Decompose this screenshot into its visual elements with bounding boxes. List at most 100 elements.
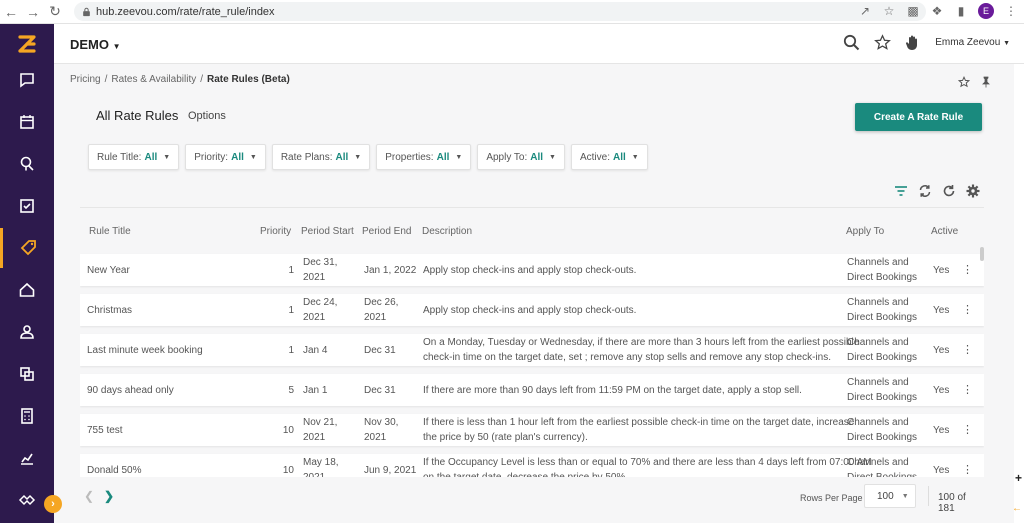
sidebar-item[interactable] bbox=[0, 228, 54, 268]
profile-avatar[interactable]: E bbox=[978, 3, 994, 19]
sidebar-item[interactable] bbox=[0, 396, 54, 436]
cell-description: If there is less than 1 hour left from t… bbox=[423, 415, 854, 445]
cell-active: Yes bbox=[933, 385, 950, 396]
filter-dropdown[interactable]: Rate Plans: All ▼ bbox=[271, 144, 371, 170]
bookmark-star-icon[interactable]: ☆ bbox=[882, 4, 896, 18]
pagination: ❮ ❯ Rows Per Page 100 ▼ 100 of 181 bbox=[80, 483, 984, 514]
zeevou-logo[interactable] bbox=[17, 34, 37, 54]
next-page-icon[interactable]: ❯ bbox=[104, 489, 114, 503]
previous-page-icon[interactable]: ❮ bbox=[84, 489, 94, 503]
collapse-arrow-icon[interactable]: ← bbox=[1012, 503, 1022, 514]
column-header[interactable]: Period End bbox=[362, 226, 411, 237]
table-scrollbar[interactable] bbox=[980, 247, 984, 261]
side-panel-edge bbox=[1014, 64, 1024, 523]
page-range: 100 of 181 bbox=[938, 492, 966, 514]
filter-lines-icon[interactable] bbox=[894, 185, 908, 197]
row-menu-icon[interactable]: ⋮ bbox=[962, 303, 973, 316]
breadcrumb-item[interactable]: Rates & Availability bbox=[111, 74, 196, 85]
reload-icon[interactable]: ↻ bbox=[44, 1, 66, 23]
cell-end: Dec 31 bbox=[364, 343, 396, 358]
column-header[interactable]: Apply To bbox=[846, 226, 884, 237]
table-row[interactable]: 90 days ahead only 5 Jan 1 Dec 31 If there a… bbox=[80, 374, 984, 406]
pin-icon[interactable] bbox=[980, 76, 992, 88]
cell-line: May 18, bbox=[303, 457, 339, 468]
column-header[interactable]: Description bbox=[422, 226, 472, 237]
cell-active: Yes bbox=[933, 265, 950, 276]
cell-line: Apply stop check-ins and apply stop chec… bbox=[423, 305, 637, 316]
column-header[interactable]: Priority bbox=[260, 226, 291, 237]
sidebar-item[interactable] bbox=[0, 60, 54, 100]
cell-line: Dec 24, bbox=[303, 297, 338, 308]
table-row[interactable]: 755 test 10 Nov 21, 2021 Nov 30, 2021 If there… bbox=[80, 414, 984, 446]
cell-end: Jun 9, 2021 bbox=[364, 463, 416, 477]
column-header[interactable]: Active bbox=[931, 226, 958, 237]
cell-active: Yes bbox=[933, 345, 950, 356]
refresh-icon[interactable] bbox=[942, 184, 956, 198]
sidebar-item[interactable] bbox=[0, 144, 54, 184]
filter-value: All bbox=[231, 151, 244, 163]
cell-title: Donald 50% bbox=[87, 465, 142, 476]
filter-dropdown[interactable]: Active: All ▼ bbox=[570, 144, 648, 170]
filter-label: Properties: bbox=[385, 151, 434, 163]
add-panel-icon[interactable]: + bbox=[1015, 471, 1022, 485]
extension-icon[interactable]: ▩ bbox=[906, 4, 920, 18]
cell-start: May 18, 2021 bbox=[303, 455, 339, 477]
filter-dropdown[interactable]: Apply To: All ▼ bbox=[477, 144, 565, 170]
row-menu-icon[interactable]: ⋮ bbox=[962, 263, 973, 276]
sidebar-item[interactable] bbox=[0, 438, 54, 478]
table-row[interactable]: Christmas 1 Dec 24, 2021 Dec 26, 2021 Apply st… bbox=[80, 294, 984, 326]
breadcrumb-current: Rate Rules (Beta) bbox=[207, 74, 290, 85]
menu-dots-icon[interactable]: ⋮ bbox=[1004, 4, 1018, 18]
options-button[interactable]: Options bbox=[188, 110, 226, 122]
divider bbox=[928, 486, 929, 506]
column-header[interactable]: Period Start bbox=[301, 226, 354, 237]
cell-priority: 10 bbox=[282, 425, 294, 436]
row-menu-icon[interactable]: ⋮ bbox=[962, 343, 973, 356]
cell-line: Channels and bbox=[847, 417, 909, 428]
cell-line: the price by 50 (rate plan's currency). bbox=[423, 432, 588, 443]
calculator-icon bbox=[21, 408, 33, 424]
favorites-star-icon[interactable] bbox=[874, 34, 892, 51]
cell-priority: 10 bbox=[282, 465, 294, 476]
sidebar-item[interactable] bbox=[0, 354, 54, 394]
cell-end: Nov 30, 2021 bbox=[364, 415, 398, 445]
user-menu[interactable]: Emma Zeevou ▼ bbox=[935, 37, 1010, 48]
create-rate-rule-button[interactable]: Create A Rate Rule bbox=[855, 103, 982, 131]
sync-icon[interactable] bbox=[918, 184, 932, 198]
rows-per-page-select[interactable]: 100 ▼ bbox=[864, 484, 916, 508]
sidebar-item[interactable] bbox=[0, 186, 54, 226]
sidepanel-icon[interactable]: ▮ bbox=[954, 4, 968, 18]
cell-start: Jan 4 bbox=[303, 343, 327, 358]
table-row[interactable]: New Year 1 Dec 31, 2021 Jan 1, 2022 Apply sto… bbox=[80, 254, 984, 286]
forward-icon[interactable]: → bbox=[22, 1, 44, 23]
filter-dropdown[interactable]: Properties: All ▼ bbox=[376, 144, 472, 170]
filter-dropdown[interactable]: Priority: All ▼ bbox=[185, 144, 266, 170]
filter-dropdown[interactable]: Rule Title: All ▼ bbox=[88, 144, 180, 170]
chevron-down-icon: ▼ bbox=[249, 153, 257, 161]
breadcrumb-item[interactable]: Pricing bbox=[70, 74, 101, 85]
settings-gear-icon[interactable] bbox=[966, 184, 980, 198]
column-header[interactable]: Rule Title bbox=[89, 226, 131, 237]
address-bar[interactable]: hub.zeevou.com/rate/rate_rule/index bbox=[74, 2, 926, 21]
back-icon[interactable]: ← bbox=[0, 1, 22, 23]
cell-end: Dec 31 bbox=[364, 383, 396, 398]
cell-active: Yes bbox=[933, 465, 950, 476]
sidebar-item[interactable] bbox=[0, 102, 54, 142]
search-icon[interactable] bbox=[843, 34, 860, 51]
share-icon[interactable]: ↗ bbox=[858, 4, 872, 18]
row-menu-icon[interactable]: ⋮ bbox=[962, 383, 973, 396]
cell-apply_to: Channels and Direct Bookings bbox=[847, 335, 917, 365]
puzzle-icon[interactable]: ❖ bbox=[930, 4, 944, 18]
row-menu-icon[interactable]: ⋮ bbox=[962, 423, 973, 436]
row-menu-icon[interactable]: ⋮ bbox=[962, 463, 973, 476]
cell-start: Dec 31, 2021 bbox=[303, 255, 337, 285]
favorite-page-icon[interactable] bbox=[958, 76, 970, 88]
company-switcher[interactable]: DEMO ▼ bbox=[70, 37, 121, 52]
sidebar-item[interactable] bbox=[0, 312, 54, 352]
hand-icon[interactable] bbox=[905, 34, 921, 51]
table-row[interactable]: Donald 50% 10 May 18, 2021 Jun 9, 2021 If the… bbox=[80, 454, 984, 477]
table-row[interactable]: Last minute week booking 1 Jan 4 Dec 31 On a… bbox=[80, 334, 984, 366]
cell-line: Channels and bbox=[847, 337, 909, 348]
sidebar-item[interactable] bbox=[0, 270, 54, 310]
filter-label: Apply To: bbox=[486, 151, 528, 163]
